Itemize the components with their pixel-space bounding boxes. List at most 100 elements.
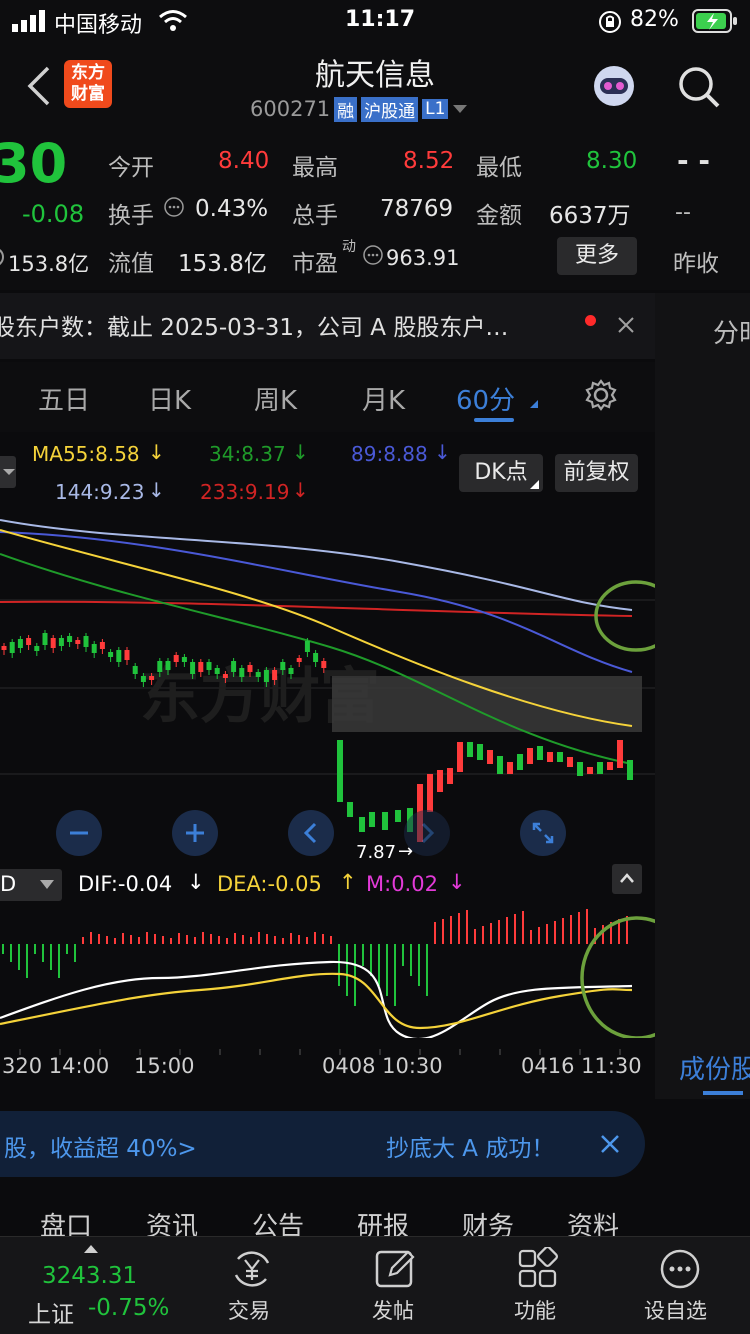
intraday-tab[interactable]: 分时 — [713, 313, 750, 350]
functions-label[interactable]: 功能 — [514, 1295, 556, 1325]
candle-body — [577, 762, 583, 776]
more-button[interactable]: 更多 — [557, 237, 637, 275]
chevron-up-icon — [620, 873, 634, 883]
macd-bar — [130, 935, 132, 944]
tab-monthly[interactable]: 月K — [362, 380, 405, 417]
kline-chart[interactable]: 东方财富 7.87 → — [0, 512, 678, 863]
promo-right-text[interactable]: 抄底大 A 成功！ — [386, 1129, 554, 1163]
x-axis-label: 320 14:00 — [2, 1054, 110, 1078]
candle-body — [58, 638, 64, 646]
scroll-left-button[interactable] — [288, 810, 334, 856]
volume-value: 78769 — [380, 196, 454, 222]
macd-bar — [410, 944, 412, 976]
float-label: 流值 — [108, 251, 154, 277]
open-label: 今开 — [108, 155, 154, 181]
indicator-select[interactable]: D — [0, 869, 62, 901]
close-icon[interactable] — [600, 1134, 620, 1154]
candle-body — [427, 774, 433, 812]
indicator-dropdown-icon — [40, 880, 54, 889]
macd-bar — [194, 937, 196, 944]
zoom-in-button[interactable] — [172, 810, 218, 856]
candle-body — [255, 672, 261, 677]
settings-gear-icon[interactable] — [584, 378, 618, 412]
trade-label[interactable]: 交易 — [228, 1295, 270, 1325]
constituents-tab[interactable]: 成份股 — [679, 1049, 750, 1086]
watchlist-label[interactable]: 设自选 — [644, 1295, 707, 1325]
close-icon[interactable] — [617, 316, 635, 334]
ma55-arrow: ↓ — [148, 440, 165, 464]
candle-body — [567, 757, 573, 767]
ma233-line — [0, 600, 633, 617]
macd-bar — [210, 934, 212, 944]
macd-bar — [226, 938, 228, 944]
index-value[interactable]: 3243.31 — [42, 1263, 137, 1289]
macd-bar — [82, 937, 84, 944]
candle-body — [190, 662, 196, 674]
battery-icon — [692, 9, 737, 33]
tab-60min[interactable]: 60分 — [456, 380, 515, 417]
macd-bar — [58, 944, 60, 978]
more-dots-icon[interactable] — [658, 1247, 702, 1291]
pe-info-icon[interactable] — [362, 244, 384, 266]
functions-grid-icon[interactable] — [516, 1247, 560, 1291]
pe-value: 963.91 — [386, 246, 460, 270]
ma144-line — [0, 519, 633, 611]
search-icon[interactable] — [676, 64, 722, 110]
macd-bar — [314, 932, 316, 944]
tab-daily[interactable]: 日K — [148, 380, 191, 417]
post-label[interactable]: 发帖 — [372, 1295, 414, 1325]
rotation-lock-icon — [599, 11, 621, 33]
candle-body — [42, 633, 48, 645]
macd-bar — [546, 924, 548, 944]
macd-bar — [306, 937, 308, 944]
macd-bar — [402, 944, 404, 966]
promo-left-text[interactable]: 股，收益超 40%> — [4, 1129, 197, 1163]
dea-label: DEA:-0.05 — [217, 872, 322, 896]
macd-bar — [426, 944, 428, 996]
scroll-right-button[interactable] — [404, 810, 450, 856]
badge-hgt: 沪股通 — [361, 96, 419, 122]
tab-weekly[interactable]: 周K — [254, 380, 297, 417]
post-edit-icon[interactable] — [374, 1247, 418, 1291]
collapse-button[interactable] — [612, 864, 642, 894]
low-label: 最低 — [476, 155, 522, 181]
macd-bar — [202, 932, 204, 944]
dropdown-caret-icon[interactable] — [452, 104, 468, 114]
info-tabs: 盘口 资讯 公告 研报 财务 资料 — [0, 1190, 655, 1242]
candle-body — [369, 812, 375, 827]
candle-body — [83, 636, 89, 647]
candle-body — [280, 662, 286, 670]
period-tabs: 五日 日K 周K 月K 60分 — [0, 362, 655, 432]
constituents-underline — [703, 1091, 743, 1095]
macd-bar — [362, 944, 364, 966]
ma144-arrow: ↓ — [148, 478, 165, 502]
fullscreen-button[interactable] — [520, 810, 566, 856]
candle-body — [99, 642, 105, 649]
forward-adjust-button[interactable]: 前复权 — [555, 454, 638, 492]
macd-bar — [90, 932, 92, 944]
macd-bar — [394, 944, 396, 1006]
notice-bar[interactable]: 股东户数：截止 2025-03-31，公司 A 股股东户… — [0, 293, 655, 359]
macd-bar — [338, 944, 340, 986]
candle-body — [487, 750, 493, 764]
trade-yen-icon[interactable] — [230, 1247, 274, 1291]
macd-bar — [418, 944, 420, 986]
info-more-icon[interactable] — [163, 196, 185, 218]
candle-body — [467, 742, 473, 757]
candle-body — [247, 665, 253, 672]
chevron-right-icon — [421, 822, 435, 844]
tab-5day[interactable]: 五日 — [38, 380, 90, 417]
candle-body — [457, 742, 463, 772]
candle-body — [517, 754, 523, 770]
zoom-out-button[interactable] — [56, 810, 102, 856]
robot-assistant-icon[interactable] — [588, 62, 640, 110]
promo-banner[interactable]: 股，收益超 40%> 抄底大 A 成功！ — [0, 1111, 645, 1177]
macd-bar — [114, 938, 116, 944]
candle-body — [75, 640, 81, 644]
expand-up-icon[interactable] — [84, 1243, 98, 1253]
ma144-label: 144:9.23 — [55, 480, 145, 504]
macd-bar — [218, 936, 220, 944]
candle-body — [132, 666, 138, 674]
macd-bar — [474, 929, 476, 944]
ma-dropdown-icon[interactable] — [0, 456, 18, 488]
